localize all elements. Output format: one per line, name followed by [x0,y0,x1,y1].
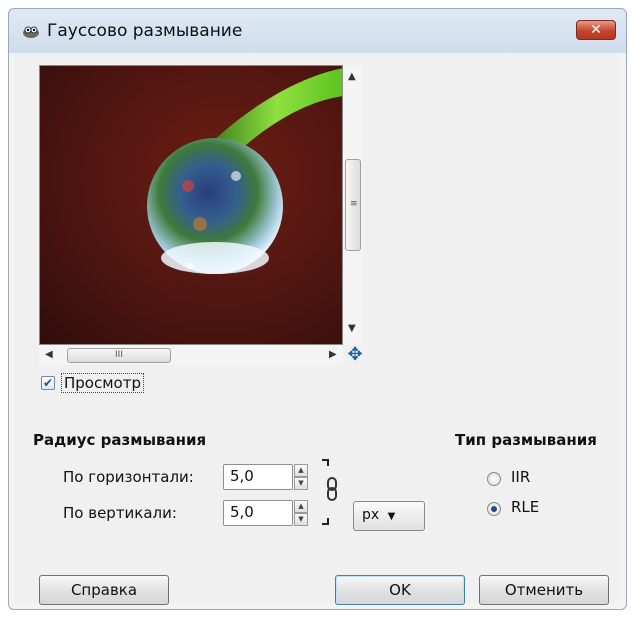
spin-down-icon[interactable]: ▼ [294,513,308,526]
unit-value: px [362,507,380,523]
unit-dropdown[interactable]: px ▼ [353,501,425,531]
preview-checkbox-label[interactable]: Просмотр [61,373,144,393]
preview-image [40,66,342,344]
vertical-scrollbar[interactable]: ▲ ≡ ▼ [343,65,363,345]
horizontal-scroll-thumb[interactable]: III [67,348,171,363]
gimp-icon [23,26,39,38]
navigate-move-icon[interactable]: ✥ [345,345,365,365]
scroll-left-arrow-icon[interactable]: ◀ [45,349,53,360]
horizontal-spin-buttons[interactable]: ▲ ▼ [294,464,308,490]
preview-area[interactable] [39,65,343,345]
spin-up-icon[interactable]: ▲ [294,464,308,477]
title-bar[interactable]: Гауссово размывание ✕ [9,9,626,53]
radio-iir-label[interactable]: IIR [511,468,530,486]
spin-down-icon[interactable]: ▼ [294,477,308,490]
blur-radius-heading: Радиус размывания [33,431,207,449]
radio-rle[interactable] [487,502,501,516]
grip-icon: III [115,350,123,360]
window-title: Гауссово размывание [47,21,243,41]
scroll-right-arrow-icon[interactable]: ▶ [329,349,337,360]
dialog-content: ▲ ≡ ▼ ◀ III ▶ ✥ ✔ Просмотр Радиус размыв… [15,53,620,605]
chain-link-icon[interactable] [320,458,340,526]
vertical-scroll-thumb[interactable]: ≡ [345,159,361,251]
spin-up-icon[interactable]: ▲ [294,500,308,513]
radio-iir[interactable] [487,472,501,486]
horizontal-scrollbar[interactable]: ◀ III ▶ [39,345,343,365]
vertical-label: По вертикали: [63,504,177,522]
scroll-up-arrow-icon[interactable]: ▲ [348,71,356,82]
blur-type-heading: Тип размывания [455,431,597,449]
preview-checkbox[interactable]: ✔ [41,376,55,390]
vertical-spin-buttons[interactable]: ▲ ▼ [294,500,308,526]
grip-icon: ≡ [350,199,358,209]
help-button[interactable]: Справка [39,575,169,605]
ok-button[interactable]: OK [335,575,465,605]
radio-rle-label[interactable]: RLE [511,498,539,516]
close-button[interactable]: ✕ [576,20,616,40]
close-icon: ✕ [590,22,602,38]
vertical-radius-input[interactable]: 5,0 [223,500,293,526]
horizontal-label: По горизонтали: [63,468,194,486]
scroll-down-arrow-icon[interactable]: ▼ [348,323,356,334]
horizontal-radius-input[interactable]: 5,0 [223,464,293,490]
dropdown-arrow-icon: ▼ [387,511,396,522]
cancel-button[interactable]: Отменить [479,575,609,605]
gaussian-blur-dialog: Гауссово размывание ✕ ▲ ≡ ▼ ◀ III ▶ ✥ ✔ … [8,8,627,610]
